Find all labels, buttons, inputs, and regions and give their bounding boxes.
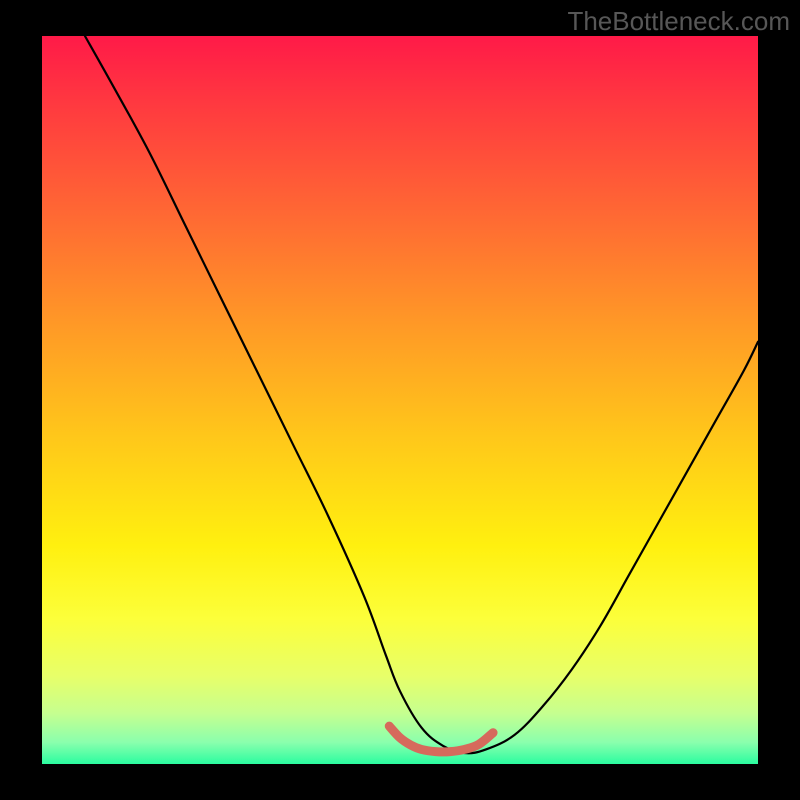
plot-background — [42, 36, 758, 764]
watermark-text: TheBottleneck.com — [567, 6, 790, 37]
chart-canvas — [0, 0, 800, 800]
chart-frame: TheBottleneck.com — [0, 0, 800, 800]
